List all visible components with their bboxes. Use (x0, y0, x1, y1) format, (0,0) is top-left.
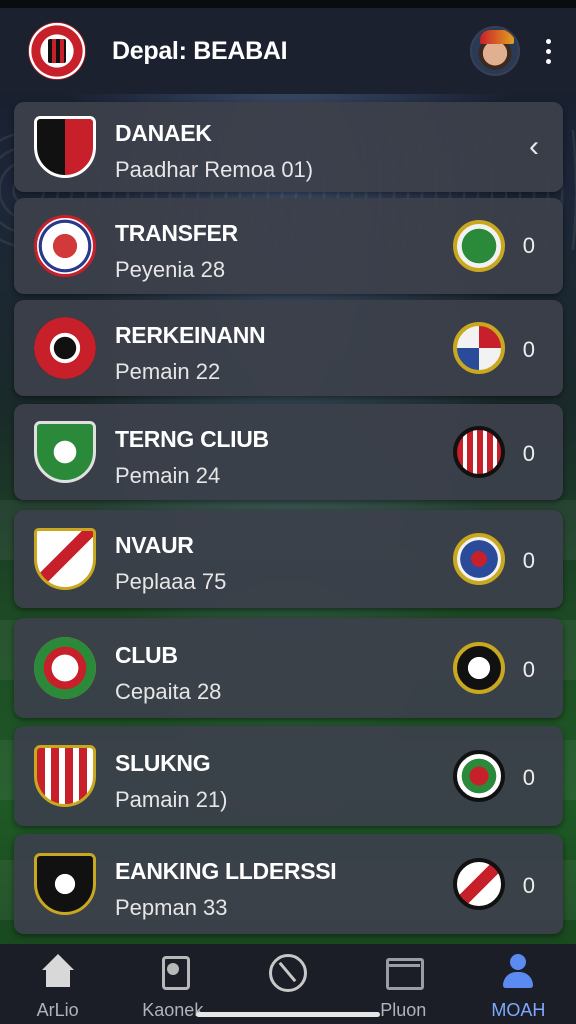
club-name: RERKEINANN (115, 322, 266, 348)
list-item[interactable]: RERKEINANN Pemain 22 0 (14, 300, 563, 396)
count-value: 0 (522, 441, 535, 466)
nav-label: MOAH (491, 1000, 546, 1020)
count-value: 0 (522, 233, 535, 258)
club-crest-icon (34, 421, 96, 483)
club-crest-icon[interactable] (28, 22, 86, 80)
list-item[interactable]: CLUB Cepaita 28 0 (14, 618, 563, 718)
club-subtitle: Pepman 33 (115, 895, 228, 920)
nav-label: Pluon (380, 1000, 427, 1020)
club-crest-icon (34, 745, 96, 807)
badge-icon (453, 858, 505, 910)
club-name: TRANSFER (115, 220, 238, 246)
count-value: 0 (522, 337, 535, 362)
nav-item-home[interactable]: ArLio (0, 944, 115, 1024)
ranking-icon (154, 954, 192, 992)
kebab-menu-icon[interactable] (542, 38, 554, 64)
home-indicator[interactable] (196, 1012, 380, 1017)
badge-icon (453, 220, 505, 272)
user-icon (499, 954, 537, 992)
club-name: SLUKNG (115, 750, 211, 776)
page-title: Depal: BEABAI (112, 36, 288, 65)
list-item[interactable]: SLUKNG Pamain 21) 0 (14, 726, 563, 826)
club-crest-icon (34, 317, 96, 379)
count-value: 0 (522, 873, 535, 898)
club-name: NVAUR (115, 532, 194, 558)
club-crest-icon (34, 528, 96, 590)
count-value: 0 (522, 765, 535, 790)
badge-icon (453, 426, 505, 478)
nav-label: ArLio (36, 1000, 79, 1020)
badge-icon (453, 322, 505, 374)
club-name: CLUB (115, 642, 178, 668)
home-icon (39, 954, 77, 992)
nav-label: Kaonek (142, 1000, 204, 1020)
club-crest-icon (34, 853, 96, 915)
compass-icon (269, 954, 307, 992)
club-subtitle: Pamain 21) (115, 787, 228, 812)
club-subtitle: Pemain 22 (115, 359, 221, 384)
count-value: 0 (522, 657, 535, 682)
club-name: TERNG CLIUB (115, 426, 269, 452)
count-value: 0 (522, 548, 535, 573)
club-crest-icon (34, 116, 96, 178)
club-subtitle: Cepaita 28 (115, 679, 222, 704)
club-subtitle: Peplaaa 75 (115, 569, 227, 594)
club-subtitle: Paadhar Remoa 01) (115, 157, 314, 182)
plan-icon (384, 954, 425, 992)
club-crest-icon (34, 637, 96, 699)
featured-club-card[interactable]: DANAEK Paadhar Remoa 01) ‹ (14, 102, 563, 192)
club-name: DANAEK (115, 120, 212, 146)
user-avatar-icon[interactable] (470, 26, 520, 76)
list-item[interactable]: TERNG CLIUB Pemain 24 0 (14, 404, 563, 500)
club-subtitle: Peyenia 28 (115, 257, 226, 282)
badge-icon (453, 642, 505, 694)
club-name: EANKING LLDERSSI (115, 858, 337, 884)
list-item[interactable]: EANKING LLDERSSI Pepman 33 0 (14, 834, 563, 934)
list-item[interactable]: NVAUR Peplaaa 75 0 (14, 510, 563, 608)
chevron-left-icon[interactable]: ‹ (529, 130, 539, 164)
badge-icon (453, 533, 505, 585)
list-item[interactable]: TRANSFER Peyenia 28 0 (14, 198, 563, 294)
nav-item-profile[interactable]: MOAH (461, 944, 576, 1024)
status-bar (0, 0, 576, 8)
app-header: Depal: BEABAI (0, 8, 576, 94)
club-crest-icon (34, 215, 96, 277)
badge-icon (453, 750, 505, 802)
club-subtitle: Pemain 24 (115, 463, 221, 488)
